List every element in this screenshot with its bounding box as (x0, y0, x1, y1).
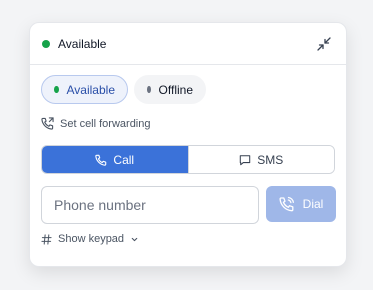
status-available-button[interactable]: Available (41, 75, 128, 104)
tab-sms[interactable]: SMS (187, 146, 334, 173)
status-selector: Available Offline (41, 75, 206, 104)
status-indicator (42, 39, 50, 48)
tab-sms-label: SMS (257, 152, 284, 167)
dial-label: Dial (302, 197, 324, 211)
minimize-icon (317, 36, 331, 51)
tab-call[interactable]: Call (42, 146, 188, 173)
phone-icon (95, 154, 107, 166)
forwarding-label: Set cell forwarding (60, 117, 151, 130)
set-cell-forwarding-link[interactable]: Set cell forwarding (41, 117, 151, 130)
show-keypad-toggle[interactable]: Show keypad (41, 233, 139, 245)
keypad-label: Show keypad (58, 233, 125, 245)
hash-icon (41, 233, 52, 245)
available-dot (54, 86, 59, 93)
status-offline-label: Offline (158, 82, 193, 97)
phone-ringing-icon (279, 196, 294, 212)
tab-call-label: Call (113, 152, 135, 167)
offline-dot (147, 86, 151, 93)
dialer-widget: Available Available Offline Set cell for… (29, 22, 347, 267)
minimize-button[interactable] (314, 34, 334, 54)
phone-forward-icon (41, 117, 54, 130)
status-available-label: Available (66, 82, 115, 97)
phone-number-input[interactable] (41, 186, 259, 224)
status-offline-button[interactable]: Offline (134, 75, 206, 104)
widget-header: Available (30, 23, 346, 65)
mode-toggle: Call SMS (41, 145, 335, 174)
header-status-label: Available (58, 36, 107, 51)
dial-button[interactable]: Dial (266, 186, 336, 222)
message-icon (240, 154, 251, 165)
chevron-down-icon (131, 237, 138, 241)
